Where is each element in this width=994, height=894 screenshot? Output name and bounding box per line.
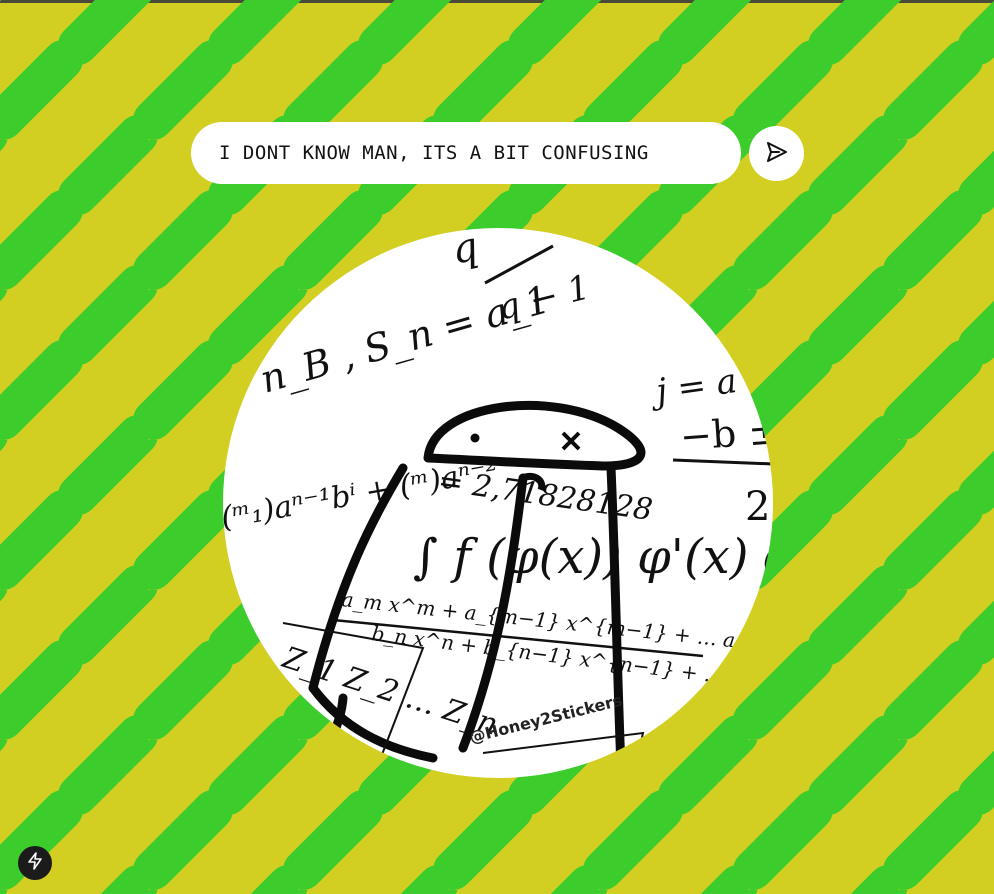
message-bar	[191, 122, 805, 184]
eq-two: 2	[745, 484, 770, 530]
eq-minus-b: −b ±	[679, 408, 773, 459]
meme-image: q q − 1 n_B , S_n = a_1 j = a −b ± 2 = 2…	[223, 228, 773, 778]
lightning-bolt-icon	[27, 852, 43, 874]
send-button[interactable]	[749, 126, 804, 181]
send-icon	[765, 140, 789, 167]
message-input-container[interactable]	[191, 122, 741, 184]
eq-integral: ∫ f (φ(x)) φ'(x) dx	[413, 529, 773, 585]
eq-q: q	[448, 228, 483, 274]
bolt-button[interactable]	[18, 846, 52, 880]
svg-text:(ᵐ₁)aⁿ⁻¹bⁱ + (ᵐ)aⁿ⁻²: (ᵐ₁)aⁿ⁻¹bⁱ + (ᵐ)aⁿ⁻²	[223, 453, 501, 536]
eq-j: j = a	[647, 361, 740, 413]
message-input[interactable]	[217, 141, 715, 165]
